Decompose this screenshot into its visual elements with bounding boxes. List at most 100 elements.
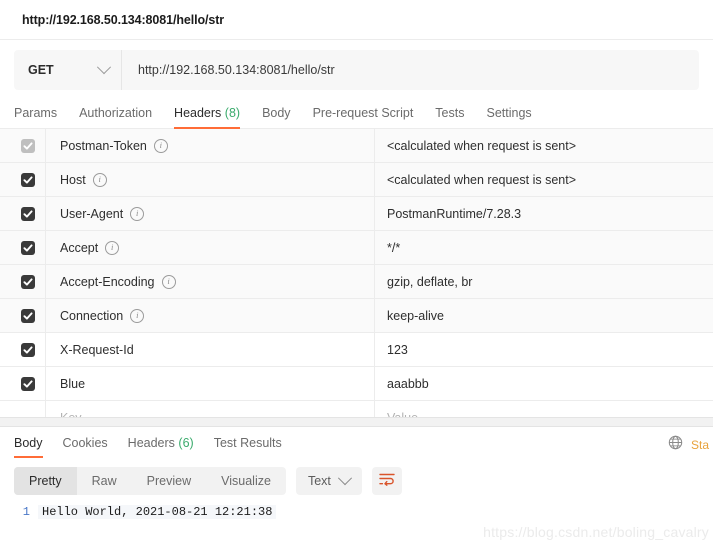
header-value-cell[interactable]: aaabbb (375, 367, 713, 400)
info-icon[interactable]: i (92, 172, 107, 187)
header-enable-cell (0, 163, 46, 196)
checkbox-icon[interactable] (20, 376, 35, 391)
url-bar-container: GET http://192.168.50.134:8081/hello/str (0, 40, 713, 90)
table-row[interactable]: Postman-Token i <calculated when request… (0, 129, 713, 163)
response-tab-cookies-label: Cookies (62, 435, 108, 450)
url-bar: GET http://192.168.50.134:8081/hello/str (14, 50, 699, 90)
header-key-cell[interactable]: Host i (46, 163, 375, 196)
header-key-cell[interactable]: Postman-Token i (46, 129, 375, 162)
header-enable-cell (0, 231, 46, 264)
wrap-lines-button[interactable] (371, 467, 402, 495)
checkbox-icon[interactable] (20, 274, 35, 289)
header-value-cell[interactable]: */* (375, 231, 713, 264)
header-enable-cell (0, 197, 46, 230)
response-tab-cookies[interactable]: Cookies (63, 436, 108, 458)
table-row[interactable]: Host i <calculated when request is sent> (0, 163, 713, 197)
table-row[interactable]: Connection i keep-alive (0, 299, 713, 333)
header-key-text: Accept (60, 240, 99, 255)
new-header-value-input[interactable]: Value (375, 401, 713, 418)
tab-body-label: Body (262, 106, 291, 120)
chevron-down-icon (96, 60, 112, 75)
header-value-cell[interactable]: 123 (375, 333, 713, 366)
request-tab-title[interactable]: http://192.168.50.134:8081/hello/str (22, 13, 224, 27)
table-row-new[interactable]: Key Value (0, 401, 713, 417)
headers-table[interactable]: Postman-Token i <calculated when request… (0, 129, 713, 417)
header-enable-cell (0, 265, 46, 298)
response-divider[interactable] (0, 417, 713, 427)
tab-headers-label: Headers (174, 106, 222, 120)
tab-headers[interactable]: Headers (8) (174, 106, 241, 129)
chevron-down-icon (337, 471, 352, 486)
tab-headers-count: (8) (224, 106, 241, 120)
response-tab-test-results[interactable]: Test Results (214, 436, 282, 458)
view-mode-raw-label: Raw (91, 474, 117, 488)
header-key-cell[interactable]: Connection i (46, 299, 375, 332)
response-status-group: Sta (668, 435, 713, 455)
info-icon[interactable]: i (130, 308, 145, 323)
table-row[interactable]: Blue aaabbb (0, 367, 713, 401)
view-mode-raw[interactable]: Raw (77, 467, 132, 495)
view-mode-pretty[interactable]: Pretty (14, 467, 77, 495)
tab-tests-label: Tests (435, 106, 465, 120)
tab-pre-request-script-label: Pre-request Script (312, 106, 414, 120)
globe-icon[interactable] (668, 435, 683, 455)
info-icon[interactable]: i (105, 240, 120, 255)
request-tabs: Params Authorization Headers (8) Body Pr… (0, 90, 713, 129)
line-number: 1 (22, 505, 30, 519)
info-icon[interactable]: i (161, 274, 176, 289)
tab-settings[interactable]: Settings (486, 106, 531, 129)
header-key-cell[interactable]: Accept i (46, 231, 375, 264)
header-value-cell[interactable]: <calculated when request is sent> (375, 129, 713, 162)
tab-params-label: Params (14, 106, 58, 120)
response-body-text: Hello World, 2021-08-21 12:21:38 (38, 505, 277, 519)
http-method-label: GET (28, 63, 54, 77)
tab-body[interactable]: Body (262, 106, 291, 129)
header-enable-cell (0, 367, 46, 400)
response-tab-body[interactable]: Body (14, 436, 43, 458)
header-key-cell[interactable]: Accept-Encoding i (46, 265, 375, 298)
header-key-text: Connection (60, 308, 124, 323)
response-format-label: Text (307, 474, 331, 488)
response-tabs-row: Body Cookies Headers (6) Test Results St… (0, 427, 713, 458)
table-row[interactable]: User-Agent i PostmanRuntime/7.28.3 (0, 197, 713, 231)
tab-pre-request-script[interactable]: Pre-request Script (313, 106, 414, 129)
tab-params[interactable]: Params (14, 106, 57, 129)
checkbox-icon[interactable] (20, 342, 35, 357)
info-icon[interactable]: i (130, 206, 145, 221)
header-key-cell[interactable]: User-Agent i (46, 197, 375, 230)
checkbox-icon[interactable] (20, 172, 35, 187)
header-key-cell[interactable]: Blue (46, 367, 375, 400)
header-value-cell[interactable]: gzip, deflate, br (375, 265, 713, 298)
checkbox-icon[interactable] (20, 240, 35, 255)
http-method-select[interactable]: GET (14, 50, 122, 90)
table-row[interactable]: Accept-Encoding i gzip, deflate, br (0, 265, 713, 299)
checkbox-icon[interactable] (20, 308, 35, 323)
view-mode-visualize-label: Visualize (221, 474, 271, 488)
response-tabs: Body Cookies Headers (6) Test Results (14, 436, 302, 458)
header-enable-cell (0, 299, 46, 332)
header-key-text: Accept-Encoding (60, 274, 155, 289)
response-tab-body-label: Body (14, 435, 43, 450)
response-body-viewer[interactable]: 1 Hello World, 2021-08-21 12:21:38 (0, 505, 713, 519)
info-icon[interactable]: i (153, 138, 168, 153)
url-input[interactable]: http://192.168.50.134:8081/hello/str (122, 50, 699, 90)
response-format-select[interactable]: Text (295, 467, 362, 495)
header-key-cell[interactable]: X-Request-Id (46, 333, 375, 366)
header-value-cell[interactable]: <calculated when request is sent> (375, 163, 713, 196)
view-mode-preview-label: Preview (146, 474, 192, 488)
new-header-key-input[interactable]: Key (46, 401, 375, 417)
view-mode-preview[interactable]: Preview (132, 467, 206, 495)
table-row[interactable]: Accept i */* (0, 231, 713, 265)
checkbox-icon[interactable] (20, 138, 35, 153)
view-mode-visualize[interactable]: Visualize (206, 467, 286, 495)
table-row[interactable]: X-Request-Id 123 (0, 333, 713, 367)
tab-tests[interactable]: Tests (435, 106, 464, 129)
header-key-text: User-Agent (60, 206, 124, 221)
response-view-toolbar: Pretty Raw Preview Visualize Text (0, 457, 713, 495)
response-tab-headers[interactable]: Headers (6) (128, 436, 194, 458)
header-value-cell[interactable]: PostmanRuntime/7.28.3 (375, 197, 713, 230)
response-tab-test-results-label: Test Results (213, 435, 282, 450)
checkbox-icon[interactable] (20, 206, 35, 221)
tab-authorization[interactable]: Authorization (79, 106, 152, 129)
header-value-cell[interactable]: keep-alive (375, 299, 713, 332)
